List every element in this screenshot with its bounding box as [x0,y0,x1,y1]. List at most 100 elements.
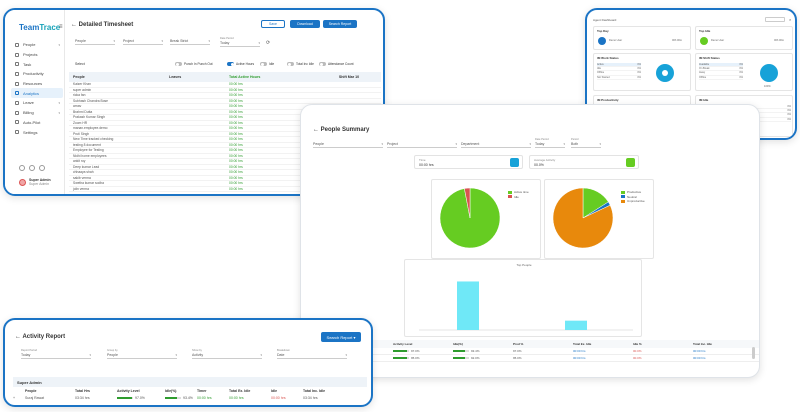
period-select[interactable]: Date Period Today ▾ [535,138,565,148]
column-header[interactable]: Prod % [509,342,569,346]
group-select[interactable]: Group by People ▾ [107,349,177,359]
column-header[interactable]: Total Active Hours [229,75,324,79]
show-select[interactable]: Show by Activity ▾ [192,349,262,359]
table-row[interactable]: + Suraj Rawat 03:34 hrs 97.0% 93.4% 00:00 hrs… [13,394,367,401]
column-header[interactable]: Activity Level [389,342,449,346]
toggle-switch[interactable] [319,62,326,66]
help-icon[interactable] [19,165,25,171]
search-input[interactable] [765,17,785,22]
column-header[interactable]: People [69,75,169,79]
sidebar-item-billing[interactable]: Billing ▾ [11,108,63,118]
table-cell: sakib verma [73,175,91,180]
cell-text: 97.0% [411,349,420,353]
sidebar-item-analytics[interactable]: Analytics [11,88,63,99]
toggle-0[interactable]: Punch In Punch Out [175,61,213,67]
people-select[interactable]: People ▾ [75,36,115,45]
column-header[interactable]: Idle [271,389,303,393]
column-header[interactable]: Idle(%) [449,342,509,346]
user-profile[interactable]: Super Admin Super Admin [19,178,51,186]
column-header[interactable]: People [25,389,75,393]
project-select[interactable]: Project ▾ [123,36,163,45]
column-header[interactable]: Leaves [169,75,229,79]
cell-text: 00.0% [633,349,642,353]
nav-item-icon [15,91,19,96]
table-cell: arnav [73,104,82,109]
search-report-button[interactable]: Search Report [323,20,357,28]
sidebar-item-task[interactable]: Task [11,59,63,69]
column-header[interactable]: Total Hrs [75,389,117,393]
column-header[interactable]: Total Inc. Idle [303,389,349,393]
project-select[interactable]: Project ▾ [387,139,457,148]
group-row[interactable]: Super Admin [13,377,367,387]
toggle-switch[interactable] [227,62,234,66]
bar-top-people: Top People [404,259,642,337]
column-header[interactable]: Timer [197,389,229,393]
table-cell: 93.4% [449,349,509,353]
refresh-icon[interactable]: ⟳ [266,40,270,46]
download-button[interactable]: Download [290,20,320,28]
sidebar-item-resources[interactable]: Resources [11,79,63,89]
table-cell: testing 8 document [73,142,101,147]
cell-text: 00:00 hrs [693,349,706,353]
toggle-2[interactable]: Idle [260,61,274,67]
toggle-1[interactable]: Active Hours [227,61,254,67]
mode-select[interactable]: Period Both ▾ [571,138,601,148]
sidebar-item-leave[interactable]: Leave ▾ [11,98,63,108]
table-cell: Nidhi home employees [73,153,107,158]
close-icon[interactable]: × [789,17,791,22]
toggle-switch[interactable] [260,62,267,66]
settings-icon[interactable] [29,165,35,171]
sidebar-item-people[interactable]: People ▾ [11,40,63,50]
toggle-3[interactable]: Total Inc Idle [287,61,314,67]
panel-top-idle: Top Idle Demo User 00h 00m [695,26,793,50]
sidebar-item-auto-pilot[interactable]: Auto-Pilot [11,118,63,128]
cell-text: 00:00 hrs [693,356,706,360]
sidebar-item-projects[interactable]: Projects [11,50,63,60]
department-select[interactable]: Department ▾ [461,139,531,148]
table-cell[interactable]: + [13,396,25,400]
bar-0[interactable] [457,281,479,330]
list-value: 0% [739,67,743,71]
legend-item[interactable]: Idle [508,195,529,200]
progress-bar [453,357,469,360]
list-value: 0% [787,109,791,113]
list-label: Not Started [597,75,610,79]
table-cell: chhaaya shah [73,170,94,175]
column-header[interactable]: Activity Level [117,389,165,393]
column-header[interactable]: Idle % [629,342,689,346]
table-cell: 00.0% [629,356,689,360]
stat-label: Time [419,158,426,162]
column-header[interactable]: Idle(%) [165,389,197,393]
stat-label: Average Activity [534,158,556,162]
clock-icon [510,158,519,167]
scrollbar[interactable] [752,347,755,359]
save-button[interactable]: Save [261,20,285,28]
column-header[interactable]: Total Ex. Idle [569,342,629,346]
sidebar-item-productivity[interactable]: Productivity [11,69,63,79]
column-header[interactable]: Total Ex. Idle [229,389,271,393]
select-label: Select [75,62,85,66]
breakdown-select[interactable]: Breakdown Date ▾ [277,349,347,359]
menu-icon[interactable]: ≡ [59,24,63,30]
column-header[interactable]: Shift Mar 10 [324,75,374,79]
search-report-button[interactable]: Search Report ▾ [321,332,361,342]
period-select[interactable]: Date Period Today ▾ [220,37,260,47]
status-select[interactable]: Break Strict ▾ [170,36,210,45]
cell-text: 93.4% [183,395,193,400]
sidebar-item-settings[interactable]: Settings [11,127,63,137]
toggle-4[interactable]: Attendance Count [319,61,354,67]
panel-shift-status: IM Shift Status Available 0% On Break 0% Awa… [695,53,793,91]
people-select[interactable]: People ▾ [313,139,383,148]
info-icon[interactable] [39,165,45,171]
toggle-switch[interactable] [287,62,294,66]
period-select[interactable]: Report Period Today ▾ [21,349,91,359]
column-header[interactable]: Total Inc. Idle [689,342,749,346]
legend-label: Unproductive [627,199,645,204]
toggle-switch[interactable] [175,62,182,66]
page-title: ← Detailed Timesheet [71,22,134,28]
table-cell: 03:34 hrs [75,396,117,400]
avatar [700,37,708,45]
bar-1[interactable] [565,320,587,330]
stat-value: 00:00 hrs [419,163,434,167]
legend-item[interactable]: Unproductive [621,199,645,204]
